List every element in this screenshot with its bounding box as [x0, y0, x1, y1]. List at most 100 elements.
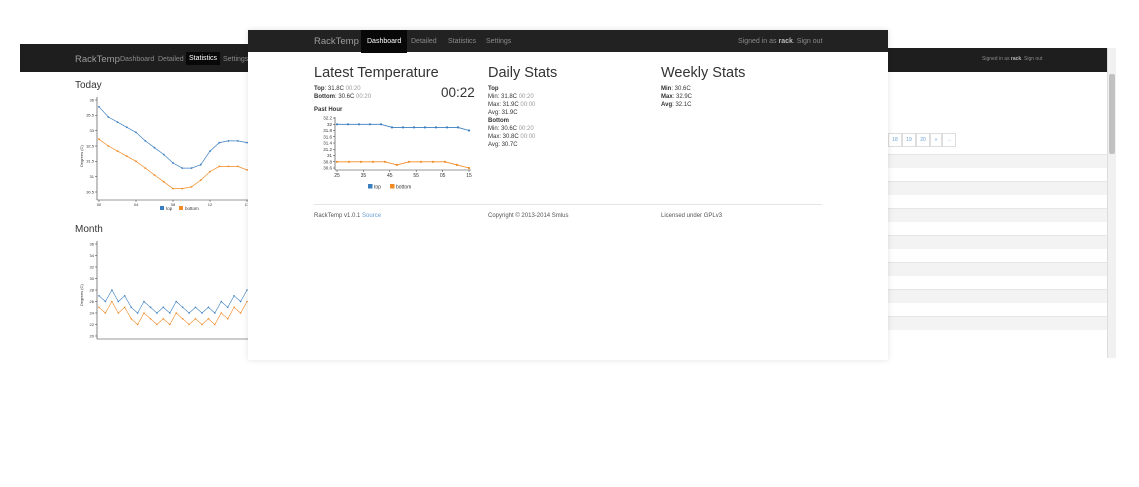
pager-last[interactable]: →	[942, 133, 956, 147]
legend-top-label: top	[166, 206, 173, 211]
daily-bottom-max: Max: 30.8C 00:00	[488, 133, 535, 141]
today-top-point	[199, 163, 202, 166]
footer-version: RackTemp v1.0.1 Source	[314, 213, 381, 219]
brand-logo[interactable]: RackTemp	[314, 36, 359, 47]
month-top-point	[149, 306, 152, 309]
month-y-tick-label: 36	[90, 241, 95, 246]
today-top-point	[172, 162, 174, 164]
month-top-point	[136, 312, 139, 314]
signed-in-text: Signed in as rack. Sign out	[982, 56, 1043, 62]
hour-x-tick-label: 55	[413, 173, 419, 179]
today-y-tick-label: 31	[90, 174, 95, 179]
pager-page-19[interactable]: 19	[902, 133, 916, 147]
hour-top-point	[445, 126, 449, 129]
month-bottom-point	[117, 312, 120, 314]
hour-top-point	[390, 126, 394, 129]
today-y-tick-label: 32.5	[86, 143, 95, 148]
pager-page-20[interactable]: 20	[916, 133, 930, 147]
footer-divider	[314, 204, 822, 205]
nav-statistics[interactable]: Statistics	[186, 52, 221, 65]
month-top-point	[233, 295, 235, 297]
month-top-point	[181, 306, 184, 309]
navbar: Signed in as rack. Sign out	[886, 48, 1114, 72]
pager-next[interactable]: »	[930, 133, 942, 147]
signed-in-prefix: Signed in as	[738, 38, 777, 45]
hour-bottom-point	[419, 160, 423, 163]
today-top-point	[107, 116, 110, 118]
daily-bottom-min-time: 00:20	[518, 126, 534, 132]
source-link[interactable]: Source	[362, 213, 381, 219]
daily-bottom-max-value: Max: 30.8C	[488, 134, 519, 140]
today-top-point	[227, 140, 230, 142]
footer-license: Licensed under GPLv3	[661, 213, 723, 219]
latest-top-line: Top: 31.8C 00:20	[314, 86, 361, 92]
hour-y-tick-label: 30.8	[323, 159, 332, 164]
hour-top-point	[423, 126, 427, 129]
today-bottom-point	[125, 155, 128, 158]
past-hour-heading: Past Hour	[314, 107, 343, 113]
nav-detailed[interactable]: Detailed	[411, 38, 437, 45]
today-bottom-point	[144, 167, 147, 169]
month-top-point	[239, 300, 242, 303]
month-bottom-point	[169, 323, 171, 326]
month-bottom-point	[201, 323, 203, 326]
today-top-point	[190, 167, 193, 169]
nav-dashboard[interactable]: Dashboard	[120, 56, 154, 63]
pager-page-18[interactable]: 18	[888, 133, 902, 147]
today-top-point	[236, 140, 239, 142]
legend-top-swatch	[160, 206, 164, 210]
nav-detailed[interactable]: Detailed	[158, 56, 184, 63]
legend-bottom-swatch	[179, 206, 183, 210]
month-top-point	[111, 289, 113, 291]
today-top-point	[218, 141, 221, 144]
legend-bottom-label: bottom	[396, 185, 411, 191]
table-row	[886, 181, 1114, 195]
footer-copyright: Copyright © 2013-2014 Smlus	[488, 213, 569, 219]
daily-top-avg: Avg: 31.9C	[488, 110, 518, 116]
legend-bottom-swatch	[390, 184, 395, 189]
today-top-point	[116, 121, 119, 123]
month-top-point	[169, 312, 171, 314]
month-bottom-point	[233, 306, 235, 309]
nav-dashboard[interactable]: Dashboard	[361, 30, 408, 53]
legend-top-label: top	[374, 185, 381, 191]
top-label: Top	[314, 86, 325, 92]
month-top-point	[207, 306, 210, 309]
hour-bottom-point	[443, 160, 447, 163]
bottom-time: 00:20	[356, 94, 372, 100]
hour-top-point	[379, 123, 383, 126]
nav-settings[interactable]: Settings	[223, 56, 248, 63]
month-top-point	[104, 300, 107, 303]
hour-x-tick-label: 35	[361, 173, 367, 179]
scrollbar[interactable]	[1107, 48, 1116, 358]
daily-bottom-max-time: 00:00	[520, 134, 536, 140]
today-bottom-point	[209, 170, 211, 173]
hour-bottom-point	[407, 160, 411, 163]
month-top-point	[201, 312, 203, 314]
signout-link[interactable]: Sign out	[797, 38, 823, 45]
nav-settings[interactable]: Settings	[486, 38, 511, 45]
nav-statistics[interactable]: Statistics	[448, 38, 476, 45]
scrollbar-thumb[interactable]	[1109, 74, 1115, 154]
month-bottom-point	[162, 318, 165, 320]
today-x-tick-label: 04	[134, 202, 139, 207]
today-bottom-point	[162, 180, 165, 183]
weekly-min-label: Min	[661, 86, 672, 92]
hour-bottom-point	[371, 160, 375, 163]
hour-bottom-point	[455, 163, 459, 166]
month-bottom-point	[156, 323, 158, 326]
top-time: 00:20	[345, 86, 361, 92]
table-row	[886, 154, 1114, 168]
today-bottom-point	[236, 165, 239, 168]
hour-bottom-point	[359, 160, 363, 163]
past-hour-chart: 32.23231.831.6 31.431.23130.8 30.625 35 45 55…	[323, 116, 472, 191]
signout-link[interactable]: Sign out	[1024, 56, 1042, 62]
legend-top-swatch	[368, 184, 373, 189]
top-value: 31.8C	[327, 86, 344, 92]
today-x-tick-label: 00	[97, 202, 102, 207]
hour-y-tick-label: 30.6	[323, 166, 332, 171]
today-top-point	[162, 153, 165, 156]
month-top-point	[162, 306, 165, 309]
month-bottom-point	[220, 312, 223, 314]
brand-logo[interactable]: RackTemp	[75, 54, 120, 65]
